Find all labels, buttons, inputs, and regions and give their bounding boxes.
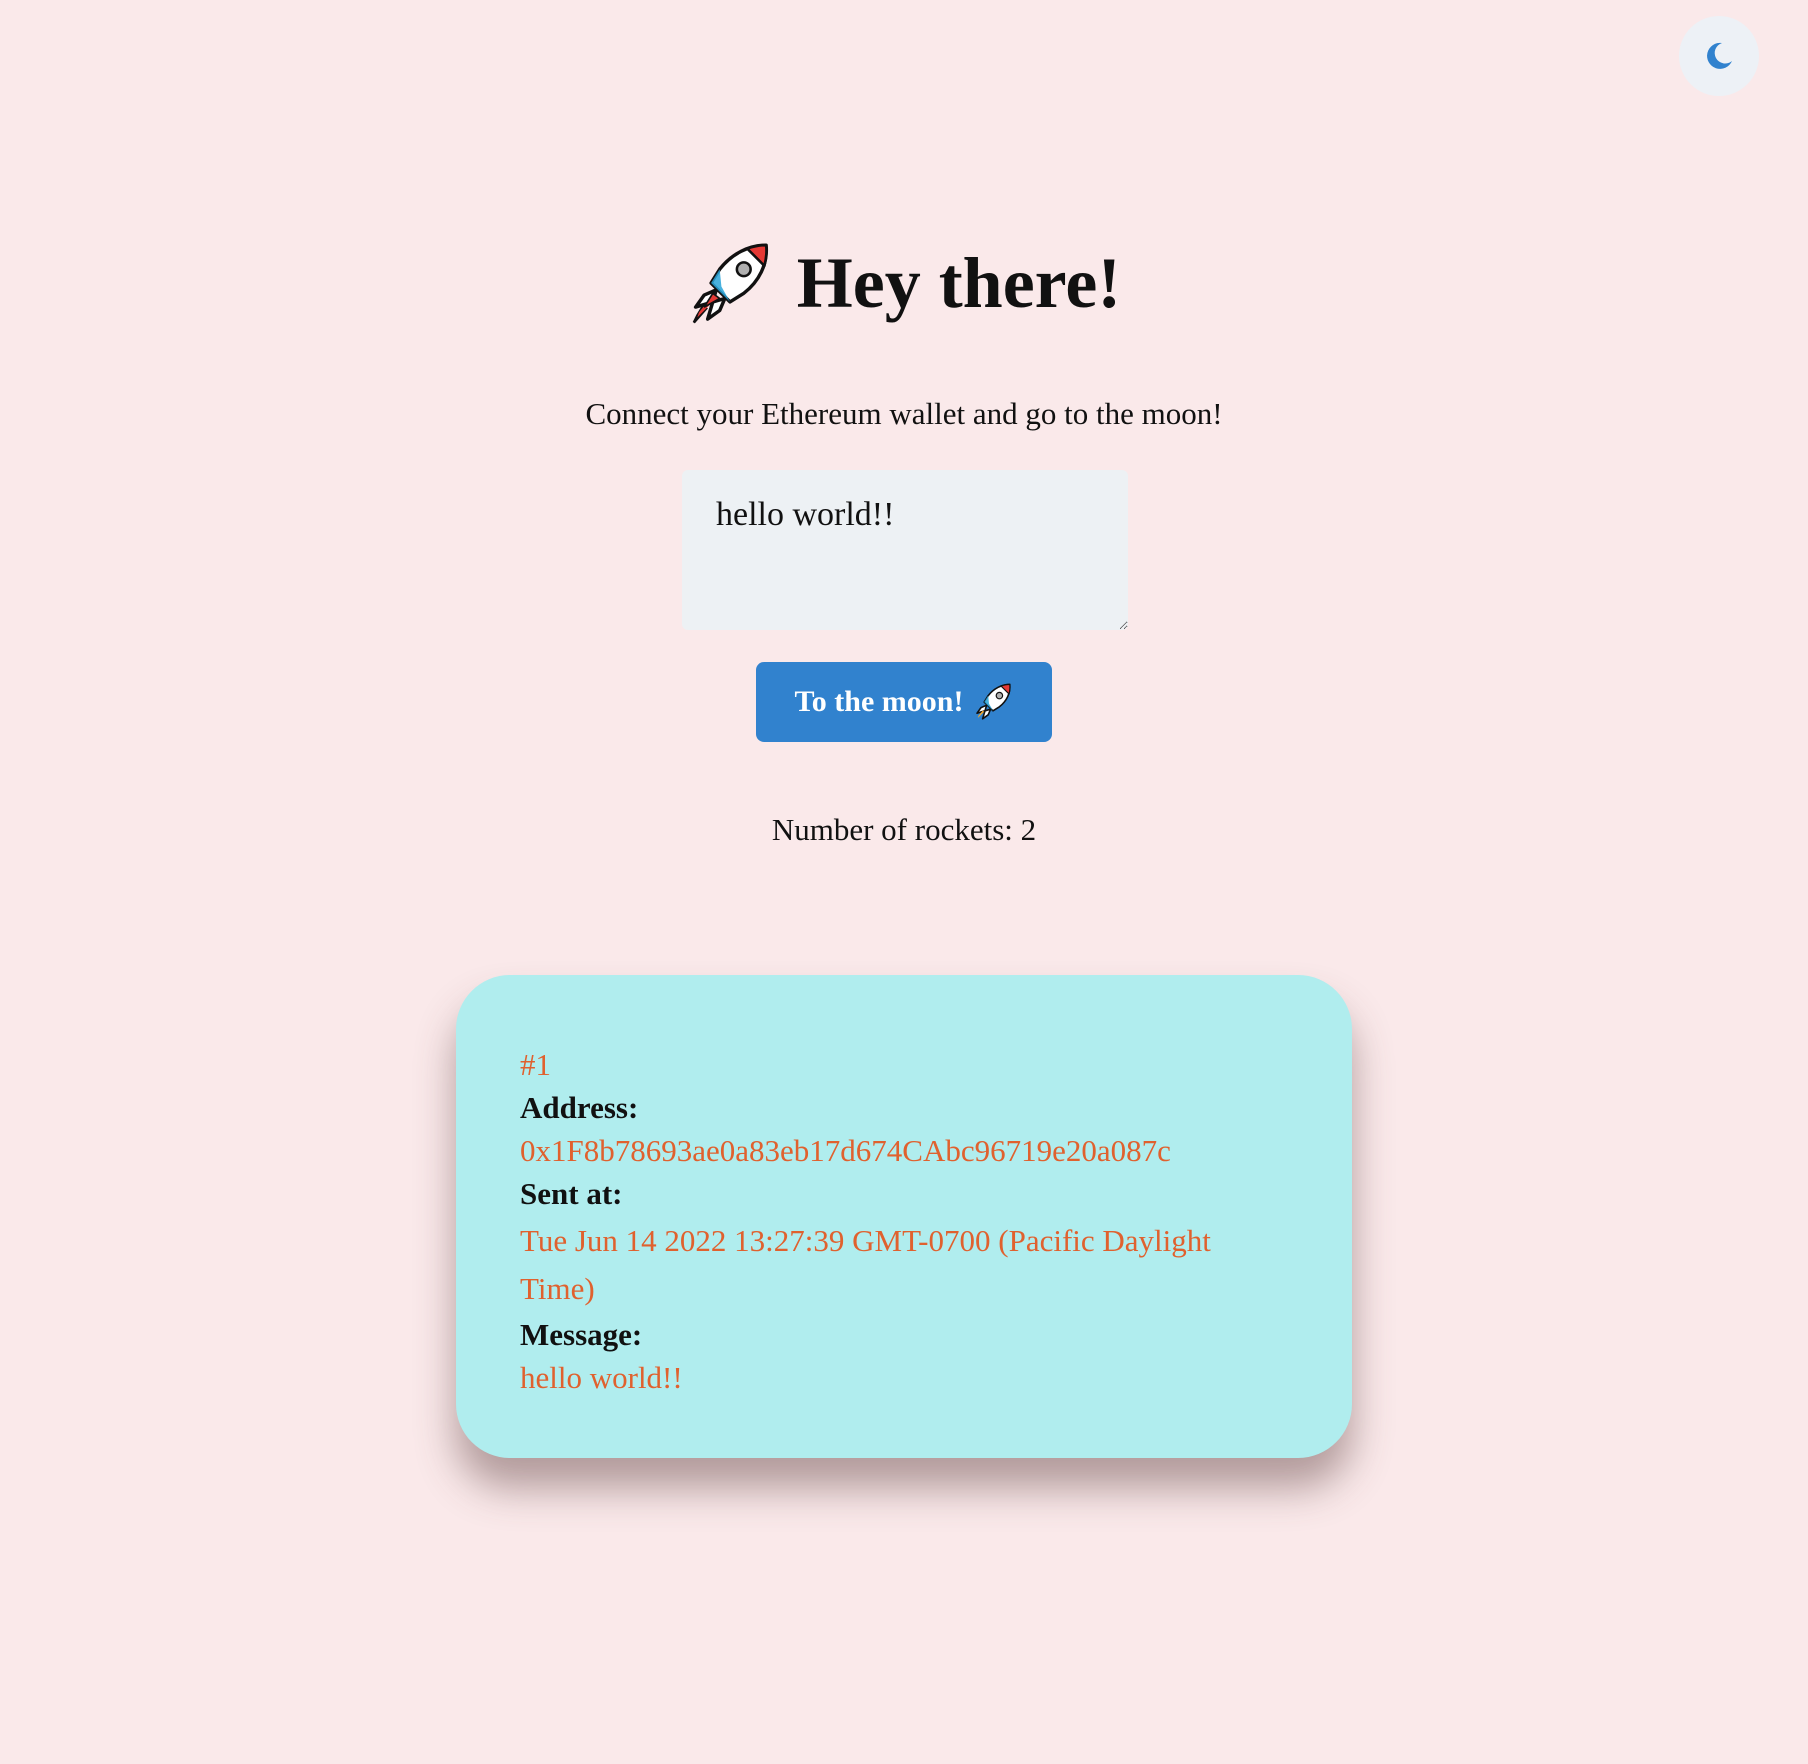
to-the-moon-button[interactable]: To the moon!: [756, 662, 1052, 742]
address-label: Address:: [520, 1090, 639, 1125]
rocket-icon: [963, 682, 1013, 722]
theme-toggle-button[interactable]: [1679, 16, 1759, 96]
header: Hey there!: [0, 228, 1808, 338]
moon-icon: [1703, 40, 1735, 72]
to-the-moon-label: To the moon!: [794, 685, 964, 718]
rocket-count: Number of rockets: 2: [771, 812, 1037, 847]
rocket-icon: [687, 240, 797, 326]
page-title: Hey there!: [796, 243, 1122, 323]
message-index: #1: [520, 1047, 551, 1082]
message-label: Message:: [520, 1317, 643, 1352]
sent-at-label: Sent at:: [520, 1176, 623, 1211]
message-value: hello world!!: [520, 1360, 683, 1395]
message-card: #1 Address: 0x1F8b78693ae0a83eb17d674CAb…: [456, 975, 1352, 1458]
address-value: 0x1F8b78693ae0a83eb17d674CAbc96719e20a08…: [520, 1133, 1171, 1168]
sent-at-value: Tue Jun 14 2022 13:27:39 GMT-0700 (Pacif…: [520, 1223, 1211, 1306]
message-input[interactable]: [682, 470, 1128, 630]
page-subtitle: Connect your Ethereum wallet and go to t…: [585, 396, 1223, 431]
